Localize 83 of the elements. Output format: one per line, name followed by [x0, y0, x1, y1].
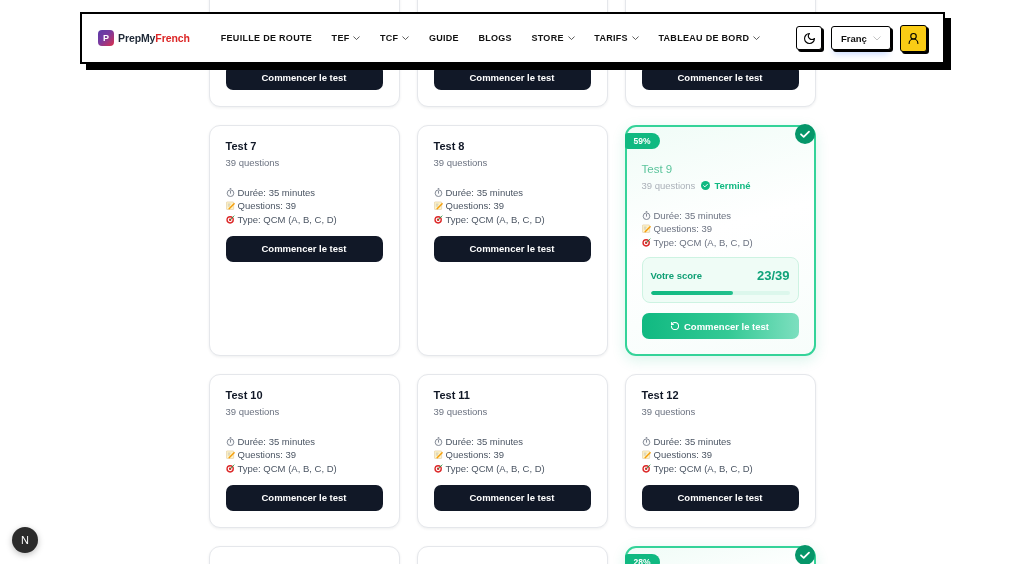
question-count: 39 questions — [433, 405, 488, 418]
score-label: Votre score — [650, 269, 703, 281]
stopwatch-icon — [433, 187, 443, 197]
chevron-down-icon — [753, 35, 761, 41]
notepad-pencil-icon — [225, 201, 235, 211]
account-button[interactable] — [900, 24, 927, 52]
test-title: Test 9 — [641, 162, 674, 176]
notepad-pencil-icon — [641, 450, 651, 460]
test-detail: Questions: 39 — [237, 448, 297, 462]
percent-badge: 59% — [624, 133, 660, 149]
test-detail: Durée: 35 minutes — [445, 185, 524, 199]
test-detail: Type: QCM (A, B, C, D) — [237, 212, 337, 226]
percent-badge: 28% — [624, 553, 660, 564]
question-count: 39 questions — [641, 179, 696, 192]
start-test-button[interactable]: Commencer le test — [433, 484, 591, 511]
stopwatch-icon — [641, 210, 651, 220]
question-count: 39 questions — [433, 156, 488, 169]
test-detail: Questions: 39 — [445, 199, 505, 213]
test-detail: Type: QCM (A, B, C, D) — [653, 461, 753, 475]
nav-link[interactable]: TARIFS — [594, 33, 639, 43]
question-count: 39 questions — [225, 156, 280, 169]
test-title: Test 12 — [641, 388, 680, 402]
test-title: Test 10 — [225, 388, 264, 402]
chevron-down-icon — [873, 35, 881, 41]
rotate-ccw-icon — [671, 322, 679, 330]
moon-icon — [803, 32, 815, 44]
dev-tools-button[interactable]: N — [12, 527, 38, 553]
user-icon — [908, 32, 919, 44]
test-detail: Questions: 39 — [653, 222, 713, 236]
test-title: Test 11 — [433, 388, 471, 402]
chevron-down-icon — [353, 35, 361, 41]
stopwatch-icon — [641, 436, 651, 446]
test-detail: Durée: 35 minutes — [237, 185, 316, 199]
test-detail: Type: QCM (A, B, C, D) — [445, 212, 545, 226]
start-test-button[interactable]: Commencer le test — [225, 235, 383, 262]
nav-link[interactable]: TEF — [331, 33, 361, 43]
target-dart-icon — [641, 237, 651, 247]
test-detail: Questions: 39 — [237, 199, 297, 213]
question-count: 39 questions — [225, 405, 280, 418]
start-test-button[interactable]: Commencer le test — [433, 235, 591, 262]
test-title: Test 8 — [433, 139, 466, 153]
start-test-button[interactable]: Commencer le test — [225, 484, 383, 511]
notepad-pencil-icon — [433, 450, 443, 460]
notepad-pencil-icon — [641, 224, 651, 234]
test-detail: Type: QCM (A, B, C, D) — [653, 235, 753, 249]
logo-mark[interactable]: P — [98, 30, 114, 46]
theme-toggle-button[interactable] — [796, 26, 822, 50]
target-dart-icon — [225, 463, 235, 473]
target-dart-icon — [433, 463, 443, 473]
test-detail: Type: QCM (A, B, C, D) — [237, 461, 337, 475]
test-detail: Durée: 35 minutes — [653, 434, 732, 448]
nav-link[interactable]: STORE — [531, 33, 575, 43]
brand-name[interactable]: PrepMyFrench — [118, 32, 190, 44]
start-test-button[interactable]: Commencer le test — [641, 484, 799, 511]
nav-link[interactable]: TCF — [380, 33, 410, 43]
test-detail: Durée: 35 minutes — [237, 434, 316, 448]
stopwatch-icon — [225, 436, 235, 446]
status-text: Terminé — [714, 179, 751, 192]
chevron-down-icon — [567, 35, 575, 41]
score-value: 23/39 — [756, 267, 790, 283]
nav-link[interactable]: GUIDE — [428, 33, 459, 43]
stopwatch-icon — [225, 187, 235, 197]
test-detail: Type: QCM (A, B, C, D) — [445, 461, 545, 475]
notepad-pencil-icon — [225, 450, 235, 460]
question-count: 39 questions — [641, 405, 696, 418]
stopwatch-icon — [433, 436, 443, 446]
check-circle-icon — [701, 181, 711, 190]
language-select[interactable]: Franç — [831, 26, 891, 50]
target-dart-icon — [641, 463, 651, 473]
test-detail: Durée: 35 minutes — [445, 434, 524, 448]
test-detail: Questions: 39 — [653, 448, 713, 462]
test-title: Test 7 — [225, 139, 258, 153]
test-detail: Questions: 39 — [445, 448, 505, 462]
target-dart-icon — [225, 214, 235, 224]
chevron-down-icon — [402, 35, 410, 41]
target-dart-icon — [433, 214, 443, 224]
test-detail: Durée: 35 minutes — [653, 208, 732, 222]
notepad-pencil-icon — [433, 201, 443, 211]
nav-link[interactable]: BLOGS — [478, 33, 512, 43]
nav-link[interactable]: TABLEAU DE BORD — [658, 33, 761, 43]
check-badge-icon — [794, 124, 815, 144]
nav-link[interactable]: FEUILLE DE ROUTE — [220, 33, 313, 43]
chevron-down-icon — [631, 35, 639, 41]
